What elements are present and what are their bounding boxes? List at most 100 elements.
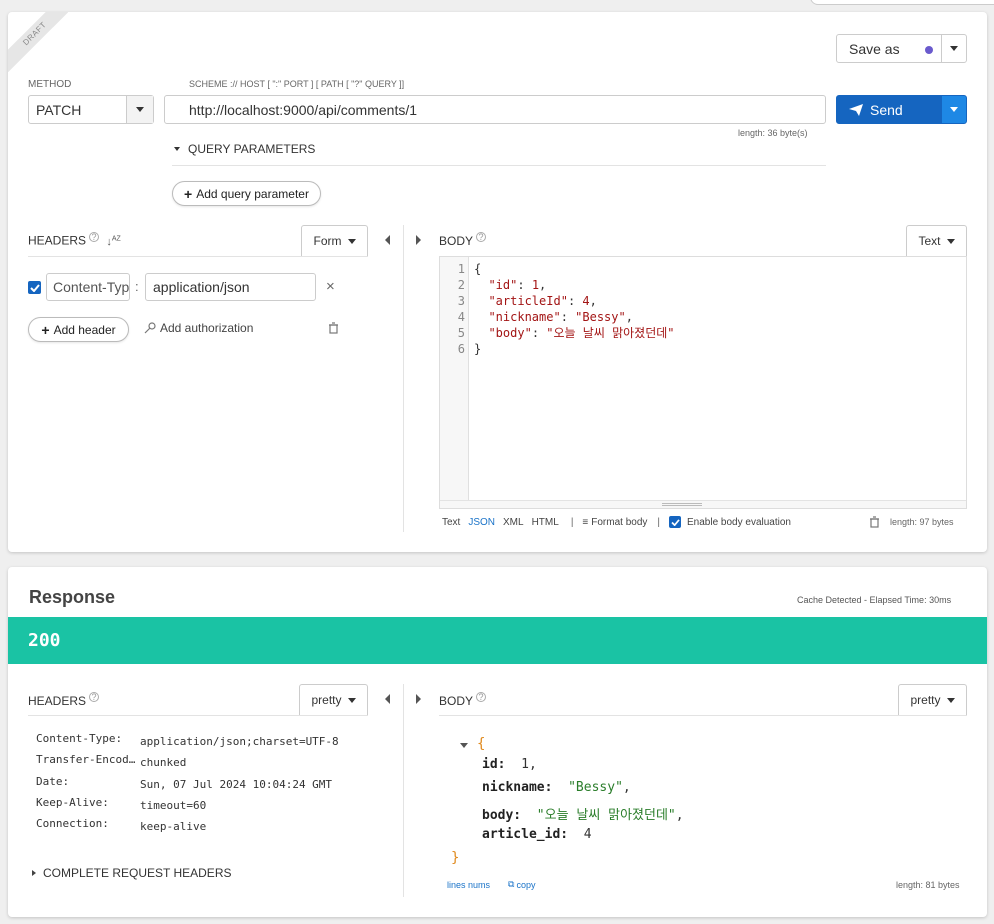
code-value: "Bessy" (575, 310, 626, 324)
method-label: METHOD (28, 79, 72, 90)
response-headers-mode-value: pretty (311, 693, 342, 707)
footer-separator: | (657, 516, 661, 528)
body-mode-select[interactable]: Text (906, 225, 967, 256)
response-header-key: Connection: (36, 817, 109, 831)
lines-nums-toggle[interactable]: lines nums (447, 880, 490, 890)
send-label: Send (870, 101, 903, 118)
resize-handle[interactable] (440, 500, 966, 508)
format-html-link[interactable]: HTML (532, 517, 559, 528)
key-icon (144, 322, 156, 334)
help-icon[interactable]: ? (476, 232, 487, 242)
collapse-right-icon[interactable] (416, 235, 421, 245)
help-icon[interactable]: ? (89, 692, 100, 702)
send-button[interactable]: Send (836, 95, 942, 124)
sort-icon[interactable]: ↓AZ (106, 235, 120, 248)
chevron-down-icon (950, 46, 958, 51)
clear-body-icon[interactable] (869, 516, 880, 531)
json-key: nickname: (482, 780, 553, 796)
response-header-key: Content-Type: (36, 732, 123, 745)
response-header-value: keep-alive (140, 820, 207, 834)
json-value: "오늘 날씨 맑아졌던데" (536, 807, 676, 823)
code-key: "articleId" (488, 294, 568, 308)
json-key: id: (482, 757, 506, 772)
request-headers-label: HEADERS (28, 233, 87, 248)
response-header-value: application/json;charset=UTF-8 (140, 735, 339, 748)
method-select[interactable]: PATCH (28, 95, 154, 124)
split-divider[interactable] (403, 225, 404, 532)
json-field-row: article_id: 4 (482, 827, 592, 842)
query-params-toggle[interactable]: QUERY PARAMETERS (174, 142, 315, 156)
method-value: PATCH (36, 101, 82, 118)
line-code: "body": "오늘 날씨 맑아졌던데" (474, 325, 674, 341)
remove-header-icon[interactable]: × (326, 278, 335, 295)
cache-info: Cache Detected - Elapsed Time: 30ms (797, 595, 952, 605)
complete-headers-label: COMPLETE REQUEST HEADERS (43, 866, 232, 880)
query-params-label: QUERY PARAMETERS (188, 142, 316, 156)
request-body-title: BODY? (439, 232, 487, 248)
format-body-button[interactable]: Format body (591, 517, 647, 528)
response-headers-mode-select[interactable]: pretty (299, 684, 368, 715)
chevron-down-icon (950, 107, 958, 112)
body-footer: Text JSON XML HTML | ≡ Format body | Ena… (442, 516, 791, 528)
line-number: 5 (457, 326, 465, 340)
body-mode-value: Text (918, 234, 941, 248)
response-body-divider (439, 715, 967, 716)
add-header-button[interactable]: + Add header (28, 317, 129, 342)
add-query-param-label: Add query parameter (196, 186, 309, 201)
trash-icon[interactable] (328, 322, 339, 337)
line-number: 2 (457, 278, 465, 292)
header-value-input[interactable]: application/json (145, 273, 316, 301)
chevron-down-icon (174, 147, 180, 151)
enable-eval-label: Enable body evaluation (687, 516, 791, 528)
collapse-left-icon[interactable] (385, 694, 390, 704)
method-dropdown[interactable] (126, 96, 153, 123)
save-as-button[interactable]: Save as (836, 34, 942, 63)
code-brace: } (474, 342, 482, 356)
status-bar: 200 (8, 617, 987, 664)
format-json-link[interactable]: JSON (468, 517, 495, 528)
response-split-divider[interactable] (403, 684, 404, 897)
response-header-key: Keep-Alive: (36, 795, 109, 809)
save-as-dropdown-button[interactable] (941, 34, 967, 63)
editor-line: 2 "id": 1, (440, 277, 966, 293)
add-query-param-button[interactable]: + Add query parameter (172, 181, 321, 206)
chevron-right-icon (32, 870, 36, 876)
collapse-left-icon[interactable] (385, 235, 390, 245)
headers-mode-select[interactable]: Form (301, 225, 368, 256)
collapse-right-icon[interactable] (416, 694, 421, 704)
collapse-json-icon[interactable] (460, 743, 468, 748)
format-xml-link[interactable]: XML (503, 517, 524, 528)
enable-eval-checkbox[interactable] (669, 516, 682, 528)
body-editor[interactable]: 1{2 "id": 1, 3 "articleId": 4, 4 "nickname… (439, 256, 967, 509)
copy-button[interactable]: ⧉ copy (508, 879, 535, 890)
response-body-title: BODY? (439, 692, 487, 708)
editor-line: 4 "nickname": "Bessy", (440, 309, 966, 325)
send-dropdown-button[interactable] (941, 95, 967, 124)
json-key: article_id: (482, 826, 569, 842)
help-icon[interactable]: ? (476, 692, 487, 702)
json-value: 4 (583, 826, 592, 842)
draft-ribbon: DRAFT (8, 12, 68, 72)
add-authorization-button[interactable]: Add authorization (144, 321, 253, 335)
editor-line: 6} (440, 341, 966, 357)
header-enabled-checkbox[interactable] (28, 281, 41, 294)
response-headers-divider (28, 715, 368, 716)
headers-divider (28, 256, 368, 257)
line-code: "id": 1, (474, 277, 546, 293)
json-value: 1 (521, 757, 529, 772)
response-header-row: Connection: keep-alive (36, 817, 206, 833)
help-icon[interactable]: ? (89, 232, 100, 242)
response-header-row: Content-Type: application/json;charset=UT… (36, 732, 339, 748)
complete-headers-toggle[interactable]: COMPLETE REQUEST HEADERS (32, 866, 231, 880)
code-value: 4 (582, 294, 590, 308)
editor-line: 3 "articleId": 4, (440, 293, 966, 309)
code-brace: { (474, 262, 482, 276)
url-input[interactable]: http://localhost:9000/api/comments/1 (164, 95, 826, 124)
line-code: { (474, 261, 481, 277)
header-name-input[interactable]: Content-Type (46, 273, 130, 301)
code-key: "nickname" (488, 310, 561, 324)
response-body-mode-select[interactable]: pretty (898, 684, 967, 715)
format-text-link[interactable]: Text (442, 517, 460, 528)
json-comma: , (675, 807, 684, 823)
request-body-label: BODY (439, 233, 474, 248)
